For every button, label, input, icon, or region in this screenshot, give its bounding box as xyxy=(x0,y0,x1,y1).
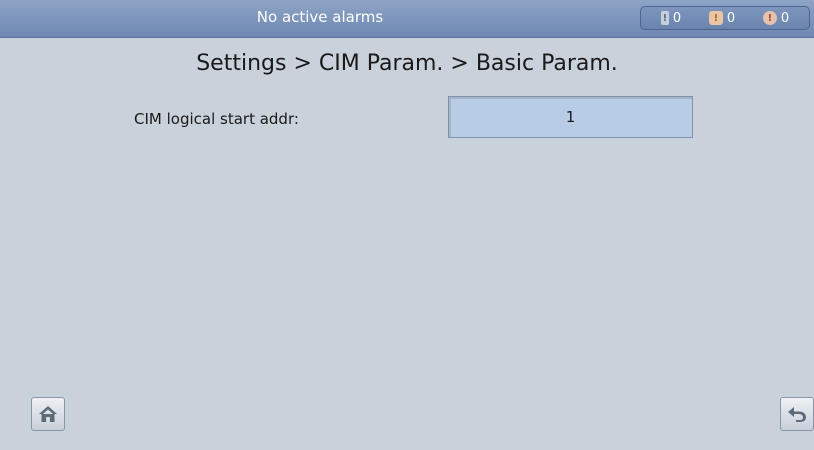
cim-start-addr-field[interactable]: 1 xyxy=(448,96,693,138)
critical-alarm-counter[interactable]: ! 0 xyxy=(762,10,790,26)
cim-start-addr-label: CIM logical start addr: xyxy=(134,110,299,128)
critical-alarm-count: 0 xyxy=(780,10,790,26)
home-icon xyxy=(39,406,57,422)
alarm-counters[interactable]: ! 0 ! 0 ! 0 xyxy=(640,6,810,30)
critical-alarm-icon: ! xyxy=(762,11,777,25)
alarm-status-text[interactable]: No active alarms xyxy=(0,8,640,26)
home-button[interactable] xyxy=(31,397,65,431)
minor-alarm-count: 0 xyxy=(672,10,682,26)
status-bar: No active alarms ! 0 ! 0 ! 0 xyxy=(0,0,814,37)
major-alarm-count: 0 xyxy=(726,10,736,26)
major-alarm-counter[interactable]: ! 0 xyxy=(708,10,736,26)
minor-alarm-icon: ! xyxy=(660,11,669,25)
major-alarm-icon: ! xyxy=(708,11,723,25)
breadcrumb: Settings > CIM Param. > Basic Param. xyxy=(196,51,618,76)
back-arrow-icon xyxy=(788,407,806,422)
minor-alarm-counter[interactable]: ! 0 xyxy=(660,10,682,26)
back-button[interactable] xyxy=(780,397,814,431)
